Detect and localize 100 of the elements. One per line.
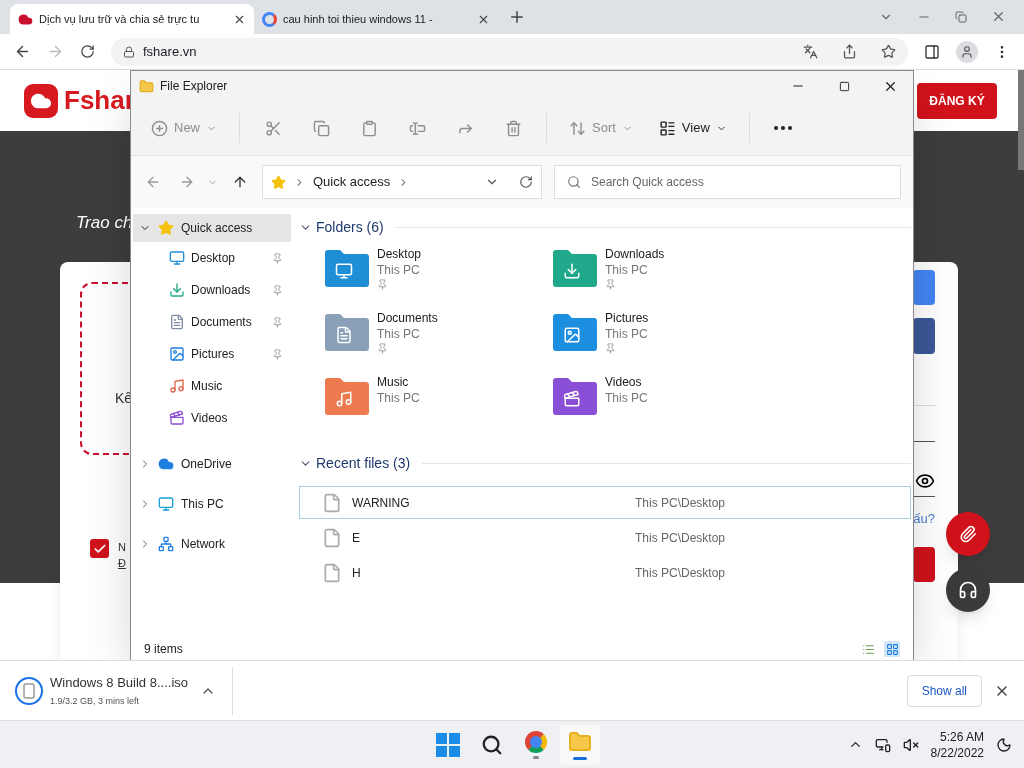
- logo-icon: [24, 83, 58, 118]
- terms-link[interactable]: Đ: [118, 555, 126, 571]
- back-icon[interactable]: [14, 43, 31, 60]
- folder-icon: [553, 377, 597, 415]
- file-row[interactable]: E This PC\Desktop: [299, 521, 911, 554]
- network-icon: [158, 536, 174, 552]
- app-taskbar-button[interactable]: [560, 725, 600, 765]
- agree-text: N: [118, 540, 126, 555]
- navigation-item[interactable]: OneDrive: [133, 444, 291, 484]
- download-file-icon: [14, 675, 44, 706]
- navigation-item[interactable]: Music: [133, 370, 291, 402]
- browser-logo-icon: [525, 731, 547, 753]
- folder-name: Videos: [605, 374, 643, 390]
- grid-icon: [885, 642, 899, 656]
- show-all-button[interactable]: Show all: [906, 674, 982, 707]
- navigation-item[interactable]: Downloads: [133, 274, 291, 306]
- download-icon: [169, 282, 185, 298]
- folder-icon: [325, 313, 369, 351]
- bookmark-star-icon[interactable]: [881, 44, 896, 59]
- folder-location: This PC: [605, 262, 649, 278]
- file-icon: [322, 527, 342, 548]
- folder-icon: [568, 730, 592, 754]
- login-button[interactable]: [913, 546, 935, 582]
- navigation-item[interactable]: Network: [133, 524, 291, 564]
- folder-symbol-icon: [563, 390, 581, 408]
- search-icon: [567, 175, 581, 189]
- file-name: E: [352, 529, 361, 547]
- forward-icon[interactable]: [179, 174, 195, 190]
- file-location: This PC\Desktop: [635, 494, 726, 512]
- folder-location: This PC: [377, 326, 421, 342]
- folder-symbol-icon: [563, 262, 581, 280]
- up-icon[interactable]: [232, 174, 248, 190]
- cloud-icon: [158, 456, 174, 472]
- register-button[interactable]: ĐĂNG KÝ: [917, 82, 997, 119]
- folder-symbol-icon: [563, 326, 581, 344]
- navigation-item[interactable]: Desktop: [133, 242, 291, 274]
- reload-icon[interactable]: [80, 44, 95, 59]
- folder-name: Desktop: [377, 246, 422, 262]
- view-icon: [658, 119, 676, 137]
- social-login-button[interactable]: [913, 318, 935, 354]
- folder-icon: [553, 313, 597, 351]
- folder-location: This PC: [377, 390, 420, 406]
- navigation-item[interactable]: Quick access: [133, 214, 291, 242]
- folder-name: Music: [377, 374, 410, 390]
- folder-icon: [325, 377, 369, 415]
- file-location: This PC\Desktop: [635, 564, 726, 582]
- add-icon: [151, 119, 168, 137]
- clock-date: 8/22/2022: [930, 744, 984, 761]
- star-icon: [158, 220, 174, 236]
- agree-checkbox[interactable]: [90, 539, 109, 558]
- download-file-name: Windows 8 Build 8....iso: [50, 673, 189, 692]
- star-icon: [271, 174, 286, 190]
- translate-icon[interactable]: [803, 44, 818, 59]
- refresh-icon[interactable]: [519, 175, 533, 189]
- copy-icon: [312, 119, 330, 137]
- address-field[interactable]: Quick access: [262, 165, 542, 199]
- windows-logo-icon: [436, 733, 460, 757]
- delete-icon: [504, 119, 522, 137]
- section-header[interactable]: Folders (6): [316, 216, 384, 238]
- moon-icon[interactable]: [996, 736, 1012, 753]
- file-row[interactable]: H This PC\Desktop: [299, 556, 911, 589]
- rename-icon: [408, 119, 426, 137]
- share-icon[interactable]: [842, 44, 857, 59]
- tiles-view-button[interactable]: [884, 641, 900, 657]
- download-progress-text: 1.9/3.2 GB, 3 mins left: [50, 695, 141, 708]
- navigation-item[interactable]: Videos: [133, 402, 291, 434]
- file-name: WARNING: [352, 494, 411, 512]
- file-row[interactable]: WARNING This PC\Desktop: [299, 486, 911, 519]
- tab-title: cau hinh toi thieu windows 11 -: [283, 11, 434, 27]
- navigation-item[interactable]: Documents: [133, 306, 291, 338]
- headset-icon: [958, 580, 978, 600]
- scrollbar-thumb[interactable]: [1018, 70, 1024, 170]
- address-field[interactable]: fshare.vn: [111, 37, 908, 66]
- navigation-item[interactable]: This PC: [133, 484, 291, 524]
- folder-name: Pictures: [605, 310, 649, 326]
- browser-tab[interactable]: cau hinh toi thieu windows 11 -: [254, 4, 498, 34]
- volume-muted-icon[interactable]: [902, 736, 919, 753]
- folder-icon: [325, 249, 369, 287]
- navigation-item[interactable]: Pictures: [133, 338, 291, 370]
- view-menu-button[interactable]: View: [650, 111, 735, 145]
- folder-name: Downloads: [605, 246, 665, 262]
- file-icon: [322, 492, 342, 513]
- video-icon: [169, 410, 185, 426]
- search-icon: [481, 734, 503, 756]
- section-header[interactable]: Recent files (3): [316, 452, 411, 474]
- logo-text: Fshar: [64, 84, 135, 117]
- network-icon[interactable]: [874, 736, 891, 753]
- browser-tab[interactable]: Dịch vụ lưu trữ và chia sẻ trực tu: [10, 4, 254, 34]
- search-field[interactable]: Search Quick access: [554, 165, 901, 199]
- folder-icon: [553, 249, 597, 287]
- paperclip-icon: [959, 525, 977, 543]
- more-icon: [773, 126, 792, 130]
- forgot-password-link[interactable]: ấu?: [913, 509, 935, 529]
- folder-location: This PC: [605, 390, 648, 406]
- side-panel-icon[interactable]: [924, 43, 940, 60]
- status-text: 9 items: [144, 641, 183, 658]
- new-tab-icon[interactable]: [508, 8, 526, 26]
- close-icon[interactable]: [991, 9, 1006, 24]
- profile-avatar[interactable]: [956, 40, 978, 63]
- restore-icon[interactable]: [955, 10, 967, 23]
